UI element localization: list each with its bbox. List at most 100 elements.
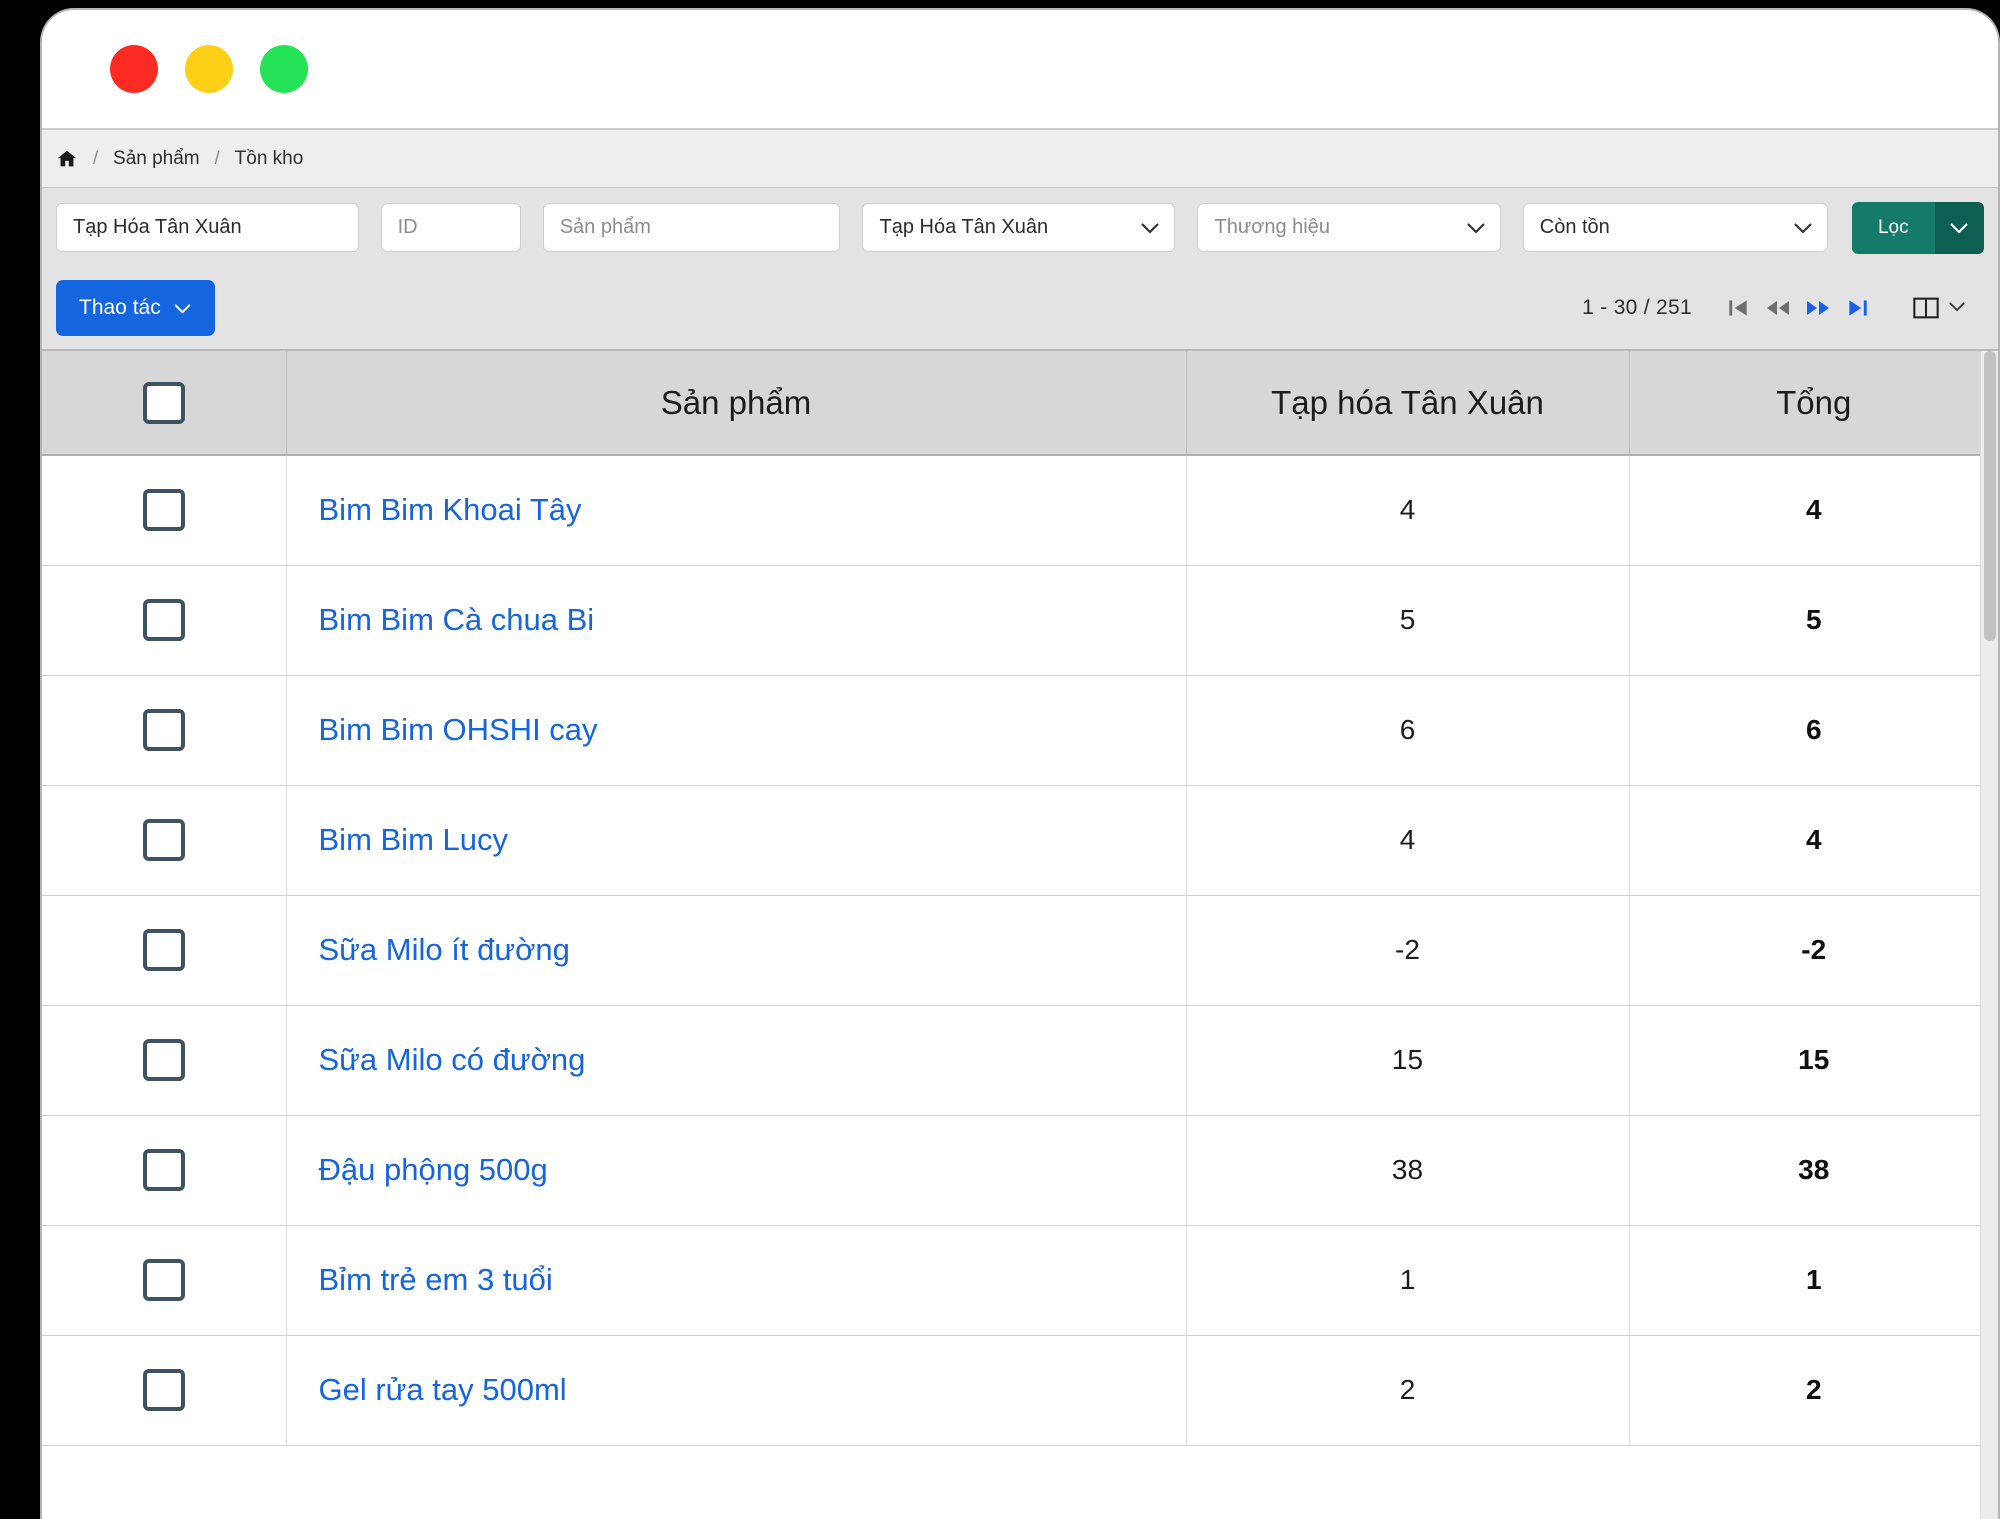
table-row[interactable]: Sữa Milo có đường 15 15: [42, 1005, 1998, 1116]
vertical-scrollbar[interactable]: [1980, 351, 1998, 1519]
total-quantity-cell: -2: [1629, 895, 1998, 1006]
product-name-cell[interactable]: Gel rửa tay 500ml: [286, 1335, 1187, 1446]
breadcrumb: / Sản phẩm / Tồn kho: [42, 130, 1998, 188]
table-header: Sản phẩm Tạp hóa Tân Xuân Tổng: [42, 351, 1998, 456]
brand-select[interactable]: Thương hiệu: [1197, 203, 1501, 252]
select-all-header: [42, 351, 287, 456]
row-select-cell: [42, 1335, 287, 1446]
row-select-cell: [42, 1225, 287, 1336]
product-input[interactable]: Sản phẩm: [542, 203, 841, 252]
row-checkbox[interactable]: [142, 1369, 185, 1411]
stock-status-select-value: Còn tồn: [1539, 216, 1610, 238]
total-quantity-cell: 15: [1629, 1005, 1998, 1116]
filter-button[interactable]: Lọc: [1851, 201, 1935, 254]
store-select[interactable]: Tạp Hóa Tân Xuân: [862, 203, 1176, 252]
store-quantity-cell: 5: [1186, 565, 1630, 676]
row-checkbox[interactable]: [142, 709, 185, 751]
table-row[interactable]: Đậu phộng 500g 38 38: [42, 1115, 1998, 1226]
product-name-cell[interactable]: Sữa Milo ít đường: [286, 895, 1187, 1006]
brand-select-value: Thương hiệu: [1214, 216, 1330, 238]
scrollbar-thumb[interactable]: [1984, 351, 1996, 641]
store-quantity-cell: 1: [1186, 1225, 1630, 1336]
store-name-input[interactable]: Tạp Hóa Tân Xuân: [56, 203, 359, 252]
row-checkbox[interactable]: [142, 819, 185, 861]
row-checkbox[interactable]: [142, 929, 185, 971]
minimize-window-button[interactable]: [185, 45, 233, 93]
row-checkbox[interactable]: [142, 1259, 185, 1301]
row-checkbox[interactable]: [142, 1149, 185, 1191]
chevron-down-icon: [1466, 222, 1486, 234]
action-menu-label: Thao tác: [79, 296, 161, 319]
breadcrumb-separator-2: /: [214, 148, 220, 168]
filter-button-group: Lọc: [1851, 201, 1984, 254]
store-quantity-cell: 38: [1186, 1115, 1630, 1226]
table-row[interactable]: Bim Bim Khoai Tây 4 4: [42, 455, 1998, 566]
chevron-down-icon: [173, 296, 192, 320]
store-quantity-cell: 4: [1186, 785, 1630, 896]
app-window: / Sản phẩm / Tồn kho Tạp Hóa Tân Xuân ID…: [40, 8, 2000, 1519]
column-layout-button[interactable]: [1912, 295, 1966, 321]
previous-page-button[interactable]: [1758, 288, 1798, 328]
filter-dropdown-toggle[interactable]: [1934, 201, 1984, 254]
chevron-down-icon: [1140, 222, 1160, 234]
row-select-cell: [42, 785, 287, 896]
select-all-checkbox[interactable]: [142, 381, 185, 424]
table-body: Bim Bim Khoai Tây 4 4 Bim Bim Cà chua Bi 5 5 B…: [42, 455, 1998, 1446]
column-header-store[interactable]: Tạp hóa Tân Xuân: [1186, 351, 1630, 456]
stock-status-select[interactable]: Còn tồn: [1522, 203, 1828, 252]
breadcrumb-item-inventory[interactable]: Tồn kho: [235, 148, 304, 170]
product-name-cell[interactable]: Đậu phộng 500g: [286, 1115, 1187, 1226]
product-name-cell[interactable]: Bỉm trẻ em 3 tuổi: [286, 1225, 1187, 1336]
row-select-cell: [42, 565, 287, 676]
first-page-button[interactable]: [1718, 288, 1758, 328]
row-select-cell: [42, 1115, 287, 1226]
chevron-down-icon: [1793, 222, 1813, 234]
row-checkbox[interactable]: [142, 599, 185, 641]
inventory-table: Sản phẩm Tạp hóa Tân Xuân Tổng Bim Bim K…: [42, 351, 1998, 1446]
next-page-button[interactable]: [1798, 288, 1838, 328]
total-quantity-cell: 5: [1629, 565, 1998, 676]
row-select-cell: [42, 455, 287, 566]
store-quantity-cell: 2: [1186, 1335, 1630, 1446]
store-select-value: Tạp Hóa Tân Xuân: [879, 216, 1049, 238]
product-name-cell[interactable]: Bim Bim OHSHI cay: [286, 675, 1187, 786]
product-input-placeholder: Sản phẩm: [559, 216, 651, 238]
store-quantity-cell: 15: [1186, 1005, 1630, 1116]
home-icon[interactable]: [56, 148, 78, 170]
window-titlebar: [42, 10, 1998, 130]
table-toolbar: Thao tác 1 - 30 / 251: [42, 267, 1998, 349]
product-name-cell[interactable]: Bim Bim Khoai Tây: [286, 455, 1187, 566]
id-input-placeholder: ID: [397, 216, 418, 238]
table-row[interactable]: Sữa Milo ít đường -2 -2: [42, 895, 1998, 1006]
column-header-total[interactable]: Tổng: [1629, 351, 1998, 456]
breadcrumb-item-products[interactable]: Sản phẩm: [113, 148, 200, 170]
breadcrumb-separator-1: /: [93, 148, 99, 168]
inventory-table-container: Sản phẩm Tạp hóa Tân Xuân Tổng Bim Bim K…: [42, 349, 1998, 1519]
table-header-row: Sản phẩm Tạp hóa Tân Xuân Tổng: [42, 351, 1998, 456]
id-input[interactable]: ID: [380, 203, 521, 252]
action-menu-button[interactable]: Thao tác: [56, 280, 215, 336]
close-window-button[interactable]: [110, 45, 158, 93]
row-select-cell: [42, 1005, 287, 1116]
table-row[interactable]: Bỉm trẻ em 3 tuổi 1 1: [42, 1225, 1998, 1336]
chevron-down-icon: [1948, 299, 1966, 317]
table-row[interactable]: Bim Bim OHSHI cay 6 6: [42, 675, 1998, 786]
last-page-button[interactable]: [1838, 288, 1878, 328]
table-row[interactable]: Bim Bim Lucy 4 4: [42, 785, 1998, 896]
store-name-input-value: Tạp Hóa Tân Xuân: [73, 216, 242, 238]
pagination-range: 1 - 30 / 251: [1582, 296, 1692, 319]
table-row[interactable]: Gel rửa tay 500ml 2 2: [42, 1335, 1998, 1446]
table-row[interactable]: Bim Bim Cà chua Bi 5 5: [42, 565, 1998, 676]
row-checkbox[interactable]: [142, 1039, 185, 1081]
store-quantity-cell: 6: [1186, 675, 1630, 786]
maximize-window-button[interactable]: [260, 45, 308, 93]
total-quantity-cell: 2: [1629, 1335, 1998, 1446]
row-checkbox[interactable]: [142, 489, 185, 532]
product-name-cell[interactable]: Bim Bim Cà chua Bi: [286, 565, 1187, 676]
product-name-cell[interactable]: Bim Bim Lucy: [286, 785, 1187, 896]
product-name-cell[interactable]: Sữa Milo có đường: [286, 1005, 1187, 1116]
store-quantity-cell: 4: [1186, 455, 1630, 566]
column-header-product[interactable]: Sản phẩm: [286, 351, 1187, 456]
total-quantity-cell: 4: [1629, 785, 1998, 896]
total-quantity-cell: 6: [1629, 675, 1998, 786]
